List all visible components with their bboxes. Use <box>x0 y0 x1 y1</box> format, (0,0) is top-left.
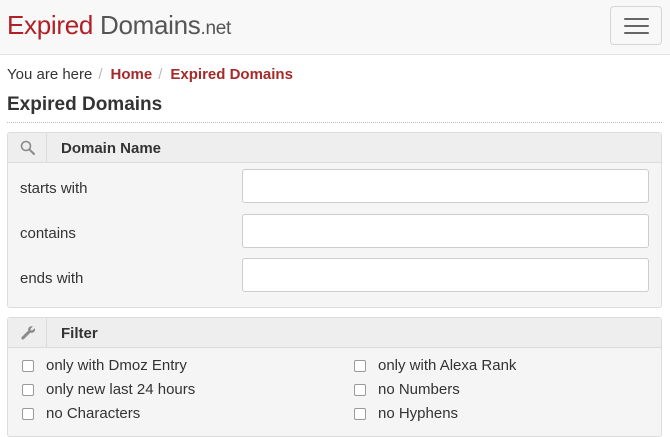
domain-name-panel: Domain Name starts with contains ends wi… <box>7 132 662 308</box>
checkbox-box[interactable] <box>22 359 34 372</box>
breadcrumb-separator: / <box>98 66 103 83</box>
checkbox-box[interactable] <box>354 383 366 396</box>
starts-with-label: starts with <box>20 180 88 197</box>
site-logo[interactable]: Expired Domains.net <box>7 10 231 41</box>
checkbox-label: only with Dmoz Entry <box>46 357 187 374</box>
starts-with-input[interactable] <box>242 169 649 203</box>
checkbox-label: no Characters <box>46 405 141 422</box>
dmoz-entry-checkbox[interactable]: only with Dmoz Entry <box>22 357 187 374</box>
checkbox-box[interactable] <box>354 407 366 420</box>
checkbox-label: no Numbers <box>378 381 460 398</box>
checkbox-box[interactable] <box>354 359 366 372</box>
menu-toggle-button[interactable] <box>610 6 662 45</box>
wrench-icon <box>8 318 47 347</box>
ends-with-input[interactable] <box>242 258 649 292</box>
logo-text-tld: .net <box>200 18 232 39</box>
no-numbers-checkbox[interactable]: no Numbers <box>354 381 460 398</box>
filter-panel-header: Filter <box>8 318 661 348</box>
breadcrumb-expired-domains-link[interactable]: Expired Domains <box>170 66 293 83</box>
domain-name-panel-header: Domain Name <box>8 133 661 163</box>
breadcrumb-separator: / <box>158 66 163 83</box>
breadcrumb-home-link[interactable]: Home <box>111 66 153 83</box>
domain-name-panel-title: Domain Name <box>61 140 162 157</box>
checkbox-label: only new last 24 hours <box>46 381 196 398</box>
new-last-24-hours-checkbox[interactable]: only new last 24 hours <box>22 381 195 398</box>
title-divider <box>7 122 662 123</box>
no-characters-checkbox[interactable]: no Characters <box>22 405 140 422</box>
top-navbar: Expired Domains.net <box>0 0 670 55</box>
checkbox-box[interactable] <box>22 383 34 396</box>
no-hyphens-checkbox[interactable]: no Hyphens <box>354 405 458 422</box>
logo-text-domains: Domains <box>100 10 201 40</box>
contains-label: contains <box>20 225 76 242</box>
checkbox-label: no Hyphens <box>378 405 459 422</box>
checkbox-box[interactable] <box>22 407 34 420</box>
logo-text-expired: Expired <box>7 10 94 40</box>
breadcrumb-prefix: You are here <box>7 66 93 83</box>
checkbox-label: only with Alexa Rank <box>378 357 517 374</box>
alexa-rank-checkbox[interactable]: only with Alexa Rank <box>354 357 516 374</box>
page-title: Expired Domains <box>7 94 163 115</box>
filter-panel: Filter only with Dmoz Entry only with Al… <box>7 317 662 437</box>
contains-input[interactable] <box>242 214 649 248</box>
hamburger-menu-icon <box>624 18 649 20</box>
breadcrumb: You are here / Home / Expired Domains <box>7 66 293 83</box>
ends-with-label: ends with <box>20 270 84 287</box>
filter-panel-title: Filter <box>61 325 98 342</box>
search-icon <box>8 133 47 162</box>
